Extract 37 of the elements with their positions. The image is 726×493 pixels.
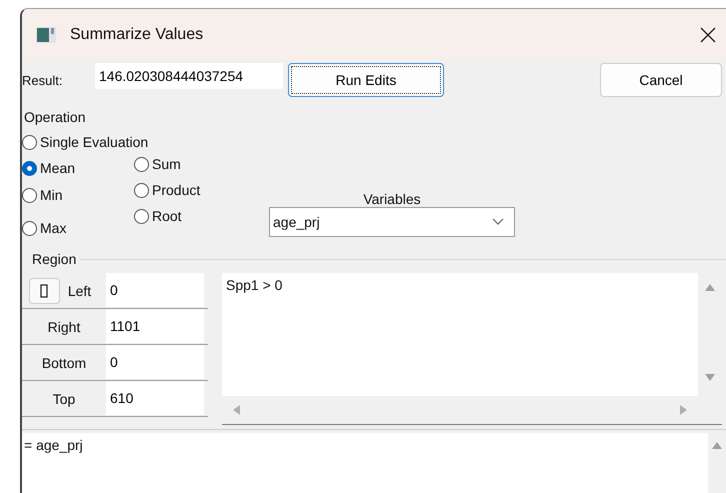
scroll-right-icon[interactable] xyxy=(680,405,688,415)
region-field[interactable]: 0 xyxy=(106,273,204,307)
expression-area[interactable]: Spp1 > 0 xyxy=(222,273,722,425)
output-text: = age_prj xyxy=(23,436,84,455)
radio-option[interactable]: Root xyxy=(134,203,269,229)
close-icon[interactable] xyxy=(700,27,716,43)
region-field[interactable]: 0 xyxy=(106,345,204,379)
expression-text: Spp1 > 0 xyxy=(222,273,698,396)
result-label: Result: xyxy=(22,73,64,88)
window-icon xyxy=(36,27,56,43)
region-label: Region xyxy=(32,251,78,267)
operation-label: Operation xyxy=(24,109,86,127)
window-title: Summarize Values xyxy=(70,26,204,44)
scroll-down-icon[interactable] xyxy=(705,374,715,382)
result-field[interactable]: 146.020308444037254 xyxy=(95,63,283,89)
region-field[interactable]: 610 xyxy=(106,381,204,415)
run-edits-button[interactable]: Run Edits xyxy=(288,63,444,97)
radio-option[interactable]: Mean xyxy=(22,155,134,181)
scroll-left-icon[interactable] xyxy=(232,405,240,415)
field-label: Left xyxy=(68,282,92,298)
radio-option[interactable]: Max xyxy=(22,209,134,241)
field-label: Bottom xyxy=(42,354,86,370)
vertical-scrollbar[interactable] xyxy=(708,433,726,493)
scroll-up-icon[interactable] xyxy=(705,283,715,291)
toggle-button[interactable] xyxy=(28,278,60,304)
rectangle-icon xyxy=(40,284,48,298)
variables-label: Variables xyxy=(363,191,421,207)
radio-option[interactable]: Product xyxy=(134,177,269,203)
region-field[interactable]: 1101 xyxy=(106,309,204,343)
scroll-up-icon[interactable] xyxy=(712,441,722,449)
output-area[interactable]: = age_prj xyxy=(22,433,726,493)
field-label: Top xyxy=(52,390,76,406)
cancel-button[interactable]: Cancel xyxy=(600,63,722,97)
radio-option[interactable]: Min xyxy=(22,181,134,209)
chevron-down-icon xyxy=(492,218,504,226)
field-label: Right xyxy=(48,318,80,334)
variables-dropdown[interactable]: age_prj xyxy=(269,207,515,237)
